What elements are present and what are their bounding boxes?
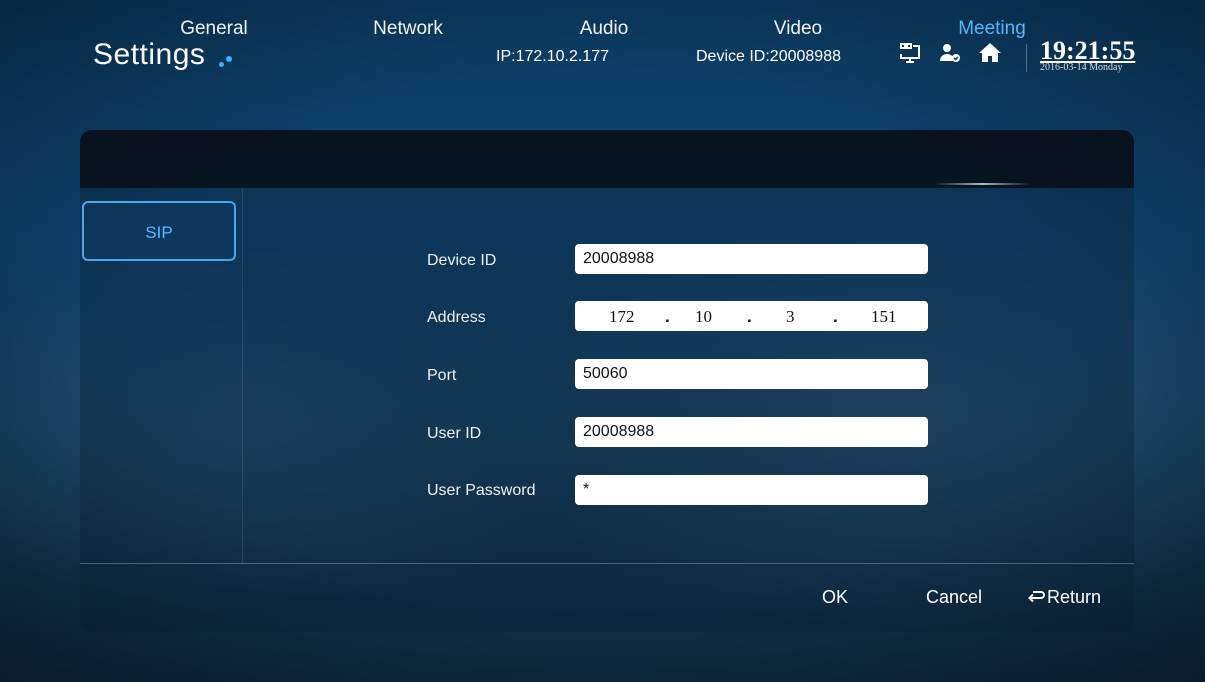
- home-icon[interactable]: [977, 40, 1003, 66]
- tab-audio[interactable]: Audio: [544, 18, 664, 40]
- clock-date: 2016-03-14 Monday: [1040, 62, 1123, 73]
- address-octet-2[interactable]: 10: [695, 307, 712, 327]
- return-button[interactable]: Return: [1027, 587, 1101, 608]
- header-divider: [1026, 44, 1027, 72]
- sidebar-item-label: SIP: [145, 223, 173, 242]
- status-icons: [897, 40, 1003, 66]
- device-id-field-label: Device ID: [427, 252, 497, 269]
- return-button-label: Return: [1047, 587, 1102, 607]
- port-field-label: Port: [427, 367, 457, 384]
- cancel-button[interactable]: Cancel: [926, 587, 982, 608]
- port-field[interactable]: [575, 359, 928, 389]
- sidebar-item-sip[interactable]: SIP: [82, 201, 236, 261]
- user-password-field-label: User Password: [427, 482, 536, 499]
- tab-video[interactable]: Video: [738, 18, 858, 40]
- return-icon: [1028, 591, 1045, 603]
- tab-bar: [80, 130, 1134, 188]
- address-field-label: Address: [427, 309, 486, 326]
- page-title: Settings: [93, 38, 206, 71]
- title-accent-dot: [226, 56, 232, 62]
- active-tab-indicator: [934, 183, 1030, 185]
- network-icon[interactable]: [897, 40, 923, 66]
- ok-button[interactable]: OK: [822, 587, 848, 608]
- address-octet-4[interactable]: 151: [871, 307, 897, 327]
- address-separator: .: [665, 307, 670, 326]
- title-accent-dot-small: [219, 62, 224, 67]
- tab-meeting[interactable]: Meeting: [932, 18, 1052, 40]
- clock-time: 19:21:55: [1040, 36, 1136, 65]
- address-octet-1[interactable]: 172: [609, 307, 635, 327]
- user-id-field[interactable]: [575, 417, 928, 447]
- footer-divider: [80, 563, 1134, 564]
- address-separator: .: [833, 307, 838, 326]
- address-separator: .: [747, 307, 752, 326]
- tab-network[interactable]: Network: [348, 18, 468, 40]
- device-id-field[interactable]: [575, 244, 928, 274]
- user-status-icon[interactable]: [937, 40, 963, 66]
- clock: 19:21:55 2016-03-14 Monday: [1040, 36, 1136, 74]
- user-id-field-label: User ID: [427, 425, 482, 442]
- address-octet-3[interactable]: 3: [786, 307, 795, 327]
- ip-address-label: IP:172.10.2.177: [496, 48, 609, 65]
- tab-general[interactable]: General: [154, 18, 274, 40]
- device-id-label: Device ID:20008988: [696, 48, 841, 65]
- address-ip-field[interactable]: 172 . 10 . 3 . 151: [575, 301, 928, 331]
- user-password-field[interactable]: [575, 475, 928, 505]
